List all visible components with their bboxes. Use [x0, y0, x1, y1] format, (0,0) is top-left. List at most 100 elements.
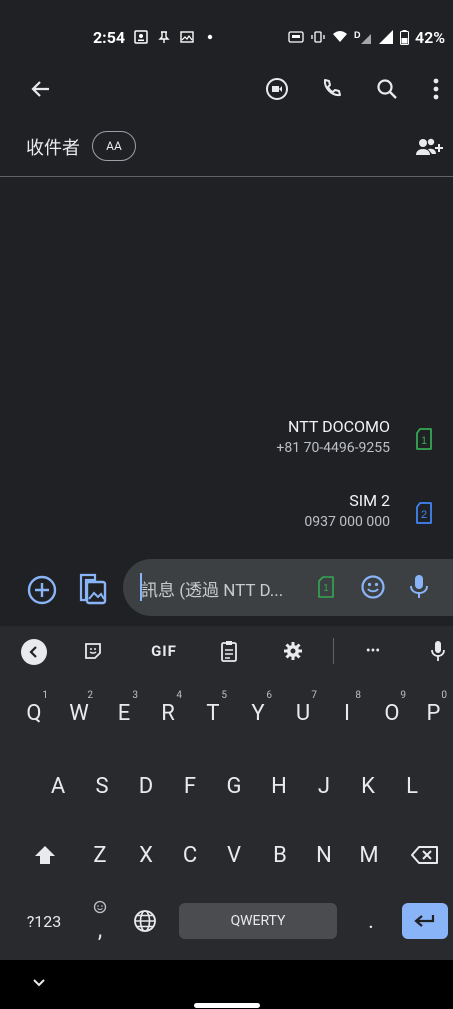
key-p[interactable]: 0P	[414, 688, 453, 738]
more-tools-button[interactable]: •••	[360, 640, 386, 662]
key-g[interactable]: G	[213, 761, 255, 811]
keyboard-toolbar: GIF •••	[0, 626, 453, 676]
sim-number: 0937 000 000	[304, 514, 390, 530]
more-options-button[interactable]	[421, 74, 451, 104]
period-key[interactable]: .	[350, 896, 392, 946]
key-h[interactable]: H	[258, 761, 300, 811]
home-handle[interactable]	[194, 1003, 260, 1008]
search-icon	[377, 79, 397, 99]
phone-icon	[323, 79, 341, 97]
toolbar-divider	[333, 638, 334, 664]
language-key[interactable]	[126, 896, 164, 946]
sim-card-1-icon[interactable]: 1	[414, 428, 434, 450]
vibrate-icon	[311, 31, 325, 43]
sim-option-2[interactable]: SIM 2 0937 000 000	[304, 490, 390, 532]
svg-text:1: 1	[421, 435, 427, 447]
key-a[interactable]: A	[37, 761, 79, 811]
message-input[interactable]: 訊息 (透過 NTT D... 1	[123, 559, 453, 616]
svg-text:1: 1	[323, 583, 329, 594]
key-b[interactable]: B	[259, 830, 301, 880]
key-w[interactable]: 2W	[59, 688, 99, 738]
key-d[interactable]: D	[125, 761, 167, 811]
keyboard-collapse-button[interactable]	[21, 639, 47, 665]
key-y[interactable]: 6Y	[238, 688, 278, 738]
key-t[interactable]: 5T	[193, 688, 233, 738]
key-i[interactable]: 8I	[327, 688, 367, 738]
key-l[interactable]: L	[391, 761, 433, 811]
hide-keyboard-icon[interactable]	[30, 974, 48, 992]
chevron-left-icon	[29, 646, 37, 658]
back-arrow-icon	[31, 81, 49, 97]
add-people-icon[interactable]	[414, 134, 444, 160]
svg-text:D: D	[354, 30, 361, 40]
recipients-label: 收件者	[26, 138, 80, 159]
backspace-key[interactable]	[402, 830, 448, 880]
key-x[interactable]: X	[125, 830, 167, 880]
notification-dot-icon	[207, 34, 213, 40]
phone-button[interactable]	[316, 74, 346, 104]
recipients-row: 收件者 AA	[0, 124, 453, 177]
status-right: D 42%	[288, 26, 445, 48]
key-m[interactable]: M	[348, 830, 390, 880]
search-button[interactable]	[372, 74, 402, 104]
mic-icon	[431, 641, 445, 661]
sticker-icon	[85, 643, 101, 659]
voice-input-button[interactable]	[428, 640, 448, 662]
key-e[interactable]: 3E	[104, 688, 144, 738]
key-s[interactable]: S	[81, 761, 123, 811]
sim-name: NTT DOCOMO	[288, 417, 390, 436]
shift-key[interactable]	[22, 830, 68, 880]
emoji-hint-icon	[93, 900, 107, 914]
image-icon	[180, 31, 194, 43]
key-q[interactable]: 1Q	[14, 688, 54, 738]
gif-button[interactable]: GIF	[144, 640, 184, 662]
key-f[interactable]: F	[169, 761, 211, 811]
clipboard-icon	[221, 641, 237, 662]
clipboard-button[interactable]	[217, 640, 241, 662]
sim-option-1[interactable]: NTT DOCOMO +81 70-4496-9255	[276, 416, 390, 458]
key-z[interactable]: Z	[79, 830, 121, 880]
sim-select-icon[interactable]: 1	[318, 576, 334, 598]
screen-record-icon	[134, 30, 148, 44]
sim-card-2-icon[interactable]: 2	[414, 502, 434, 524]
mic-icon[interactable]	[409, 574, 429, 600]
key-c[interactable]: C	[169, 830, 211, 880]
wifi-icon	[333, 31, 347, 42]
key-u[interactable]: 7U	[283, 688, 323, 738]
key-j[interactable]: J	[303, 761, 345, 811]
key-o[interactable]: 9O	[372, 688, 412, 738]
pin-icon	[158, 31, 170, 43]
space-key[interactable]: QWERTY	[179, 903, 337, 939]
shift-icon	[35, 846, 55, 864]
video-call-icon	[266, 78, 288, 100]
video-call-button[interactable]	[262, 74, 292, 104]
gallery-icon[interactable]	[75, 572, 107, 606]
settings-button[interactable]	[281, 640, 305, 662]
globe-icon	[134, 910, 156, 932]
key-k[interactable]: K	[347, 761, 389, 811]
back-button[interactable]	[26, 74, 56, 104]
battery-icon	[400, 29, 409, 45]
auto-icon	[288, 31, 304, 43]
data-signal-icon: D	[354, 30, 371, 44]
enter-key[interactable]	[402, 903, 448, 939]
symbols-key[interactable]: ?123	[16, 896, 72, 946]
key-r[interactable]: 4R	[148, 688, 188, 738]
backspace-icon	[411, 846, 438, 864]
status-bar: 2:54 D 42%	[0, 0, 453, 66]
recipient-chip[interactable]: AA	[92, 131, 136, 161]
add-attachment-icon[interactable]	[26, 574, 58, 606]
more-vert-icon	[433, 78, 439, 100]
status-time: 2:54	[93, 27, 126, 47]
message-placeholder: 訊息 (透過 NTT D...	[141, 581, 284, 601]
sticker-button[interactable]	[80, 640, 106, 662]
sim-number: +81 70-4496-9255	[276, 440, 390, 456]
comma-key[interactable]: ,	[82, 896, 118, 946]
keyboard: GIF ••• 1Q 2W 3E 4R 5 T 6 Y 7 U 8 I 9 O …	[0, 626, 453, 960]
enter-arrow-icon	[414, 915, 435, 927]
gear-icon	[284, 642, 302, 660]
key-v[interactable]: V	[213, 830, 255, 880]
key-n[interactable]: N	[303, 830, 345, 880]
emoji-icon[interactable]	[360, 574, 386, 600]
status-left: 2:54	[93, 26, 217, 48]
